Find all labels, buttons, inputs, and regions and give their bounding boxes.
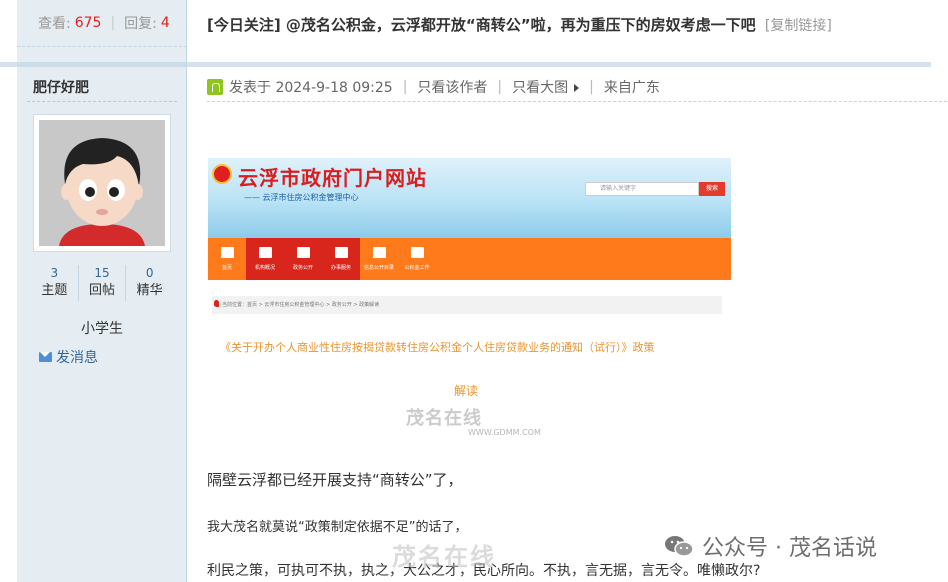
post-location: 来自广东 <box>603 80 660 96</box>
only-author-link[interactable]: 只看该作者 <box>417 77 487 97</box>
meta-separator: | <box>402 79 408 95</box>
views-count: 675 <box>74 15 102 31</box>
cartoon-avatar-icon <box>39 120 165 246</box>
divider <box>27 101 177 102</box>
replies-label: 回复: <box>124 16 157 32</box>
post-date: 发表于 2024-9-18 09:25 <box>229 80 393 96</box>
send-message-link[interactable]: 发消息 <box>39 347 98 367</box>
post-image[interactable]: 云浮市政府门户网站 —— 云浮市住房公积金管理中心 请输入关键字 搜索 首页 机… <box>208 158 731 440</box>
online-status-icon <box>207 79 223 95</box>
embed-policy-title: 《关于开办个人商业性住房按揭贷款转住房公积金个人住房贷款业务的通知（试行）》政策 <box>220 341 655 354</box>
embed-nav-item: 信息公开目录 <box>360 238 398 280</box>
embed-watermark: 茂名在线 WWW.GDMM.COM <box>406 404 541 437</box>
embed-nav-item: 政务公开 <box>284 238 322 280</box>
user-rank: 小学生 <box>81 321 123 337</box>
embed-nav-item: 机构概况 <box>246 238 284 280</box>
stat-value: 3 <box>50 266 59 280</box>
stat-posts[interactable]: 15 回帖 <box>77 265 126 301</box>
thread-stats: 查看: 675 | 回复: 4 <box>17 0 187 47</box>
stat-value: 0 <box>145 266 154 280</box>
catalog-icon <box>372 247 386 258</box>
meta-separator: | <box>589 79 594 95</box>
stat-threads[interactable]: 3 主题 <box>31 265 78 301</box>
wechat-watermark: 公众号 · 茂名话说 <box>664 530 877 562</box>
national-emblem-icon <box>212 164 232 184</box>
embed-nav-item: 办事服务 <box>322 238 360 280</box>
embed-search-input: 请输入关键字 <box>585 182 699 196</box>
embed-nav-label: 机构概况 <box>254 265 275 271</box>
post-paragraph: 隔壁云浮都已经开展支持“商转公”了， <box>207 471 463 489</box>
stat-label: 精华 <box>136 283 163 298</box>
document-icon <box>296 247 310 258</box>
views-label: 查看: <box>38 16 71 32</box>
home-icon <box>410 247 424 258</box>
author-stats: 3 主题 15 回帖 0 精华 <box>31 265 173 301</box>
wechat-icon <box>664 534 694 558</box>
embed-breadcrumb: 当前位置：首页 > 云浮市住房公积金管理中心 > 政务公开 > 政策解读 <box>212 296 722 314</box>
avatar[interactable] <box>33 114 171 252</box>
wechat-watermark-text: 公众号 · 茂名话说 <box>702 536 877 561</box>
only-images-link[interactable]: 只看大图 <box>512 77 580 97</box>
meta-divider <box>207 101 947 102</box>
stat-label: 主题 <box>41 283 68 298</box>
book-icon <box>258 247 272 258</box>
play-arrow-icon <box>574 84 580 92</box>
embed-jiedu: 解读 <box>454 384 479 398</box>
embed-nav-label: 信息公开目录 <box>363 265 394 271</box>
send-message-label: 发消息 <box>56 350 98 366</box>
author-name[interactable]: 肥仔好肥 <box>33 77 89 97</box>
embed-nav-label: 首页 <box>221 265 232 271</box>
site-watermark: 茂名在线 <box>392 543 496 571</box>
embed-nav-item: 首页 <box>208 238 246 280</box>
embed-site-subtitle: —— 云浮市住房公积金管理中心 <box>244 193 359 202</box>
post-paragraph: 我大茂名就莫说“政策制定依据不足”的话了， <box>207 520 468 535</box>
envelope-icon <box>39 352 52 362</box>
replies-count: 4 <box>160 15 170 31</box>
header-divider <box>0 62 931 67</box>
meta-separator: | <box>497 79 503 95</box>
stat-value: 15 <box>94 266 110 280</box>
embed-navbar: 首页 机构概况 政务公开 办事服务 信息公开目录 公积金工作 <box>208 238 731 280</box>
embed-search-button: 搜索 <box>699 182 725 196</box>
embed-nav-label: 公积金工作 <box>404 265 430 271</box>
embed-nav-label: 办事服务 <box>330 265 351 271</box>
embed-nav-item: 公积金工作 <box>398 238 436 280</box>
only-images-label: 只看大图 <box>512 80 569 96</box>
stat-label: 回帖 <box>89 283 116 298</box>
embed-site-header: 云浮市政府门户网站 —— 云浮市住房公积金管理中心 请输入关键字 搜索 <box>208 158 731 238</box>
location-pin-icon <box>214 300 219 307</box>
avatar-image <box>39 120 165 246</box>
embed-nav-label: 政务公开 <box>292 265 313 271</box>
watermark-text: 茂名在线 <box>406 408 482 429</box>
home-icon <box>220 247 234 258</box>
post-meta: 发表于 2024-9-18 09:25 | 只看该作者 | 只看大图 | 来自广… <box>207 77 660 97</box>
watermark-url: WWW.GDMM.COM <box>468 428 541 437</box>
embed-site-title: 云浮市政府门户网站 <box>238 166 427 190</box>
stat-digest[interactable]: 0 精华 <box>125 265 173 301</box>
service-icon <box>334 247 348 258</box>
stats-separator: | <box>110 15 116 31</box>
thread-title: [今日关注] @茂名公积金，云浮都开放“商转公”啦，再为重压下的房奴考虑一下吧 <box>207 16 756 34</box>
thread-title-row: [今日关注] @茂名公积金，云浮都开放“商转公”啦，再为重压下的房奴考虑一下吧 … <box>207 14 927 35</box>
author-sidebar: 查看: 675 | 回复: 4 肥仔好肥 3 主题 15 回帖 0 精华 小学生… <box>17 0 187 582</box>
copy-link-button[interactable]: [复制链接] <box>765 18 832 34</box>
